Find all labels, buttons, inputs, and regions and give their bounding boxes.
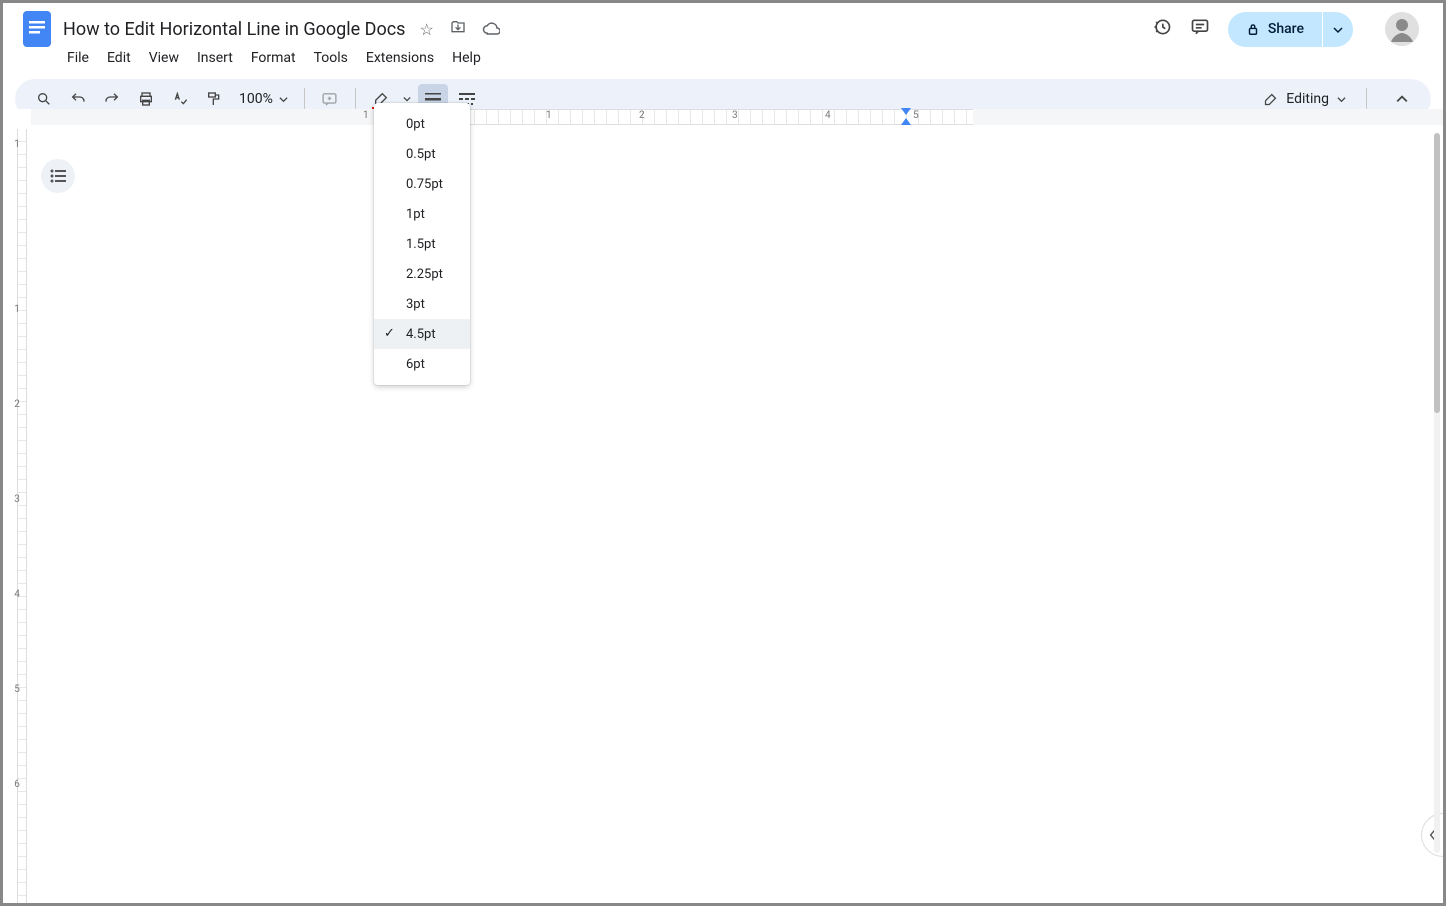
comments-icon[interactable]: [1190, 17, 1210, 42]
horizontal-ruler[interactable]: 1 1 2 3 4 5: [31, 109, 1443, 125]
menu-insert[interactable]: Insert: [197, 50, 233, 66]
weight-option-0-5pt[interactable]: 0.5pt: [374, 139, 470, 169]
vruler-label: 1: [11, 139, 23, 150]
share-button[interactable]: Share: [1228, 12, 1322, 47]
menu-tools[interactable]: Tools: [314, 50, 348, 66]
vertical-ruler[interactable]: 1 1 2 3 4 5 6: [13, 109, 31, 903]
weight-option-6pt[interactable]: 6pt: [374, 349, 470, 379]
zoom-value: 100%: [239, 91, 273, 107]
vruler-label: 4: [11, 589, 23, 600]
cloud-status-icon[interactable]: [482, 20, 500, 39]
editing-mode-label: Editing: [1286, 91, 1329, 107]
scrollbar-thumb[interactable]: [1434, 133, 1440, 413]
menu-edit[interactable]: Edit: [107, 50, 131, 66]
history-icon[interactable]: [1152, 17, 1172, 42]
editing-mode-button[interactable]: Editing: [1263, 91, 1346, 107]
weight-option-1pt[interactable]: 1pt: [374, 199, 470, 229]
docs-home-icon[interactable]: [19, 11, 55, 47]
menubar: File Edit View Insert Format Tools Exten…: [3, 43, 1443, 73]
weight-option-3pt[interactable]: 3pt: [374, 289, 470, 319]
menu-help[interactable]: Help: [452, 50, 481, 66]
check-icon: ✓: [384, 326, 395, 341]
share-dropdown-button[interactable]: [1323, 12, 1353, 47]
hruler-margin-right: [973, 109, 1443, 125]
show-outline-button[interactable]: [41, 159, 75, 193]
right-indent-marker-bottom[interactable]: [901, 118, 911, 125]
vruler-label: 1: [11, 304, 23, 315]
menu-extensions[interactable]: Extensions: [366, 50, 434, 66]
right-indent-marker[interactable]: [901, 108, 911, 115]
toolbar-separator: [355, 88, 356, 110]
vruler-label: 5: [11, 684, 23, 695]
account-avatar[interactable]: [1385, 12, 1419, 46]
menu-view[interactable]: View: [149, 50, 179, 66]
hruler-label: 5: [913, 110, 919, 121]
hruler-label: 2: [639, 110, 645, 121]
vruler-label: 6: [11, 779, 23, 790]
weight-option-0pt[interactable]: 0pt: [374, 109, 470, 139]
weight-option-4-5pt[interactable]: ✓ 4.5pt: [374, 319, 470, 349]
vertical-scrollbar[interactable]: [1434, 133, 1440, 853]
hruler-label: 3: [732, 110, 738, 121]
toolbar-separator: [304, 88, 305, 110]
vruler-label: 3: [11, 494, 23, 505]
share-button-label: Share: [1268, 21, 1304, 37]
vruler-label: 2: [11, 399, 23, 410]
star-icon[interactable]: ☆: [419, 20, 433, 39]
menu-format[interactable]: Format: [251, 50, 296, 66]
weight-option-0-75pt[interactable]: 0.75pt: [374, 169, 470, 199]
border-weight-dropdown: 0pt 0.5pt 0.75pt 1pt 1.5pt 2.25pt 3pt ✓ …: [374, 103, 470, 385]
toolbar-separator: [1366, 88, 1367, 110]
move-icon[interactable]: [450, 20, 470, 39]
hruler-label: 4: [825, 110, 831, 121]
zoom-selector[interactable]: 100%: [233, 91, 294, 107]
document-title[interactable]: How to Edit Horizontal Line in Google Do…: [63, 19, 405, 40]
menu-file[interactable]: File: [67, 50, 89, 66]
weight-option-2-25pt[interactable]: 2.25pt: [374, 259, 470, 289]
hruler-label: 1: [546, 110, 552, 121]
hruler-label: 1: [363, 110, 369, 121]
weight-option-1-5pt[interactable]: 1.5pt: [374, 229, 470, 259]
